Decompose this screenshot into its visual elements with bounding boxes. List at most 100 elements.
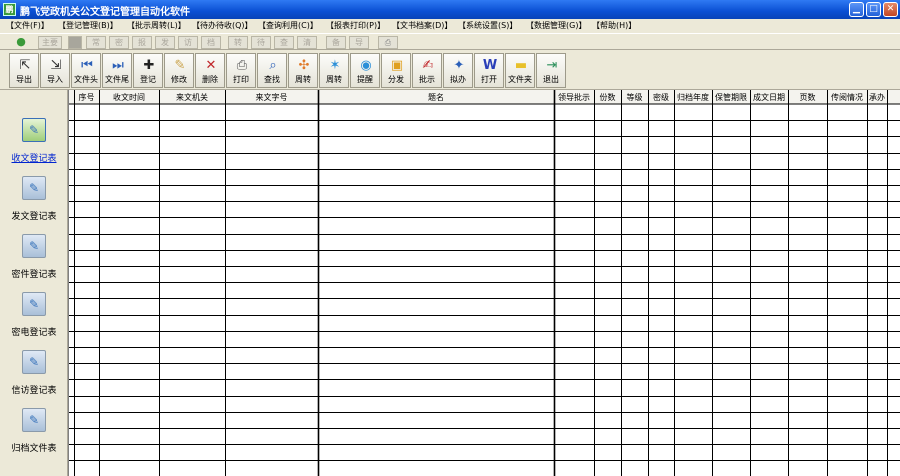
last-record-icon: ⏭ (112, 58, 124, 73)
toolbar-label: 导入 (47, 75, 63, 84)
exit-icon: ⇥ (546, 58, 558, 73)
search-icon: ⌕ (269, 58, 277, 73)
reminder-button[interactable]: ◉ 提醒 (350, 53, 380, 88)
distribute-button[interactable]: ▣ 分发 (381, 53, 411, 88)
delete-button[interactable]: ✕ 删除 (195, 53, 225, 88)
circulate-button[interactable]: ✣ 周转 (288, 53, 318, 88)
print-button[interactable]: ⎙ 打印 (226, 53, 256, 88)
sidebar-item-secret-register[interactable]: ✎ 密件登记表 (0, 234, 68, 292)
column-header-secrecy[interactable]: 密级 (648, 92, 674, 103)
column-header-level[interactable]: 等级 (621, 92, 648, 103)
quick-item[interactable]: 转 (228, 36, 248, 49)
toolbar-label: 查找 (264, 75, 280, 84)
menu-file[interactable]: 【文件(F)】 (6, 20, 49, 31)
toolbar-label: 文件夹 (508, 75, 532, 84)
open-button[interactable]: W 打开 (474, 53, 504, 88)
app-window: 鹏 鹏飞党政机关公文登记管理自动化软件 ▁ □ ✕ 【文件(F)】 【登记管理(… (0, 0, 900, 476)
quick-main[interactable]: 主要 (38, 36, 62, 49)
column-header-pages[interactable]: 页数 (788, 92, 827, 103)
toolbar-label: 文件头 (74, 75, 98, 84)
menu-register[interactable]: 【登记管理(B)】 (58, 20, 118, 31)
circulate-star-icon: ✶ (329, 58, 341, 73)
quick-item[interactable]: 密 (109, 36, 129, 49)
draft-button[interactable]: ✦ 拟办 (443, 53, 473, 88)
table-grid (69, 90, 900, 476)
menu-settings[interactable]: 【系统设置(S)】 (458, 20, 517, 31)
column-header-copies[interactable]: 份数 (594, 92, 621, 103)
column-header-received-time[interactable]: 收文时间 (99, 92, 159, 103)
quick-item[interactable]: 待 (251, 36, 271, 49)
quick-item[interactable]: 报 (132, 36, 152, 49)
import-button[interactable]: ⇲ 导入 (40, 53, 70, 88)
document-icon: ✎ (22, 408, 46, 432)
folder-button[interactable]: ▬ 文件夹 (505, 53, 535, 88)
edit-icon: ✎ (174, 58, 186, 73)
column-header-circulation[interactable]: 传阅情况 (827, 92, 867, 103)
search-button[interactable]: ⌕ 查找 (257, 53, 287, 88)
column-header-retention[interactable]: 保管期限 (712, 92, 750, 103)
register-button[interactable]: ✚ 登记 (133, 53, 163, 88)
sidebar-item-incoming-register[interactable]: ✎ 收文登记表 (0, 118, 68, 176)
column-header-written-date[interactable]: 成文日期 (750, 92, 788, 103)
draft-icon: ✦ (453, 58, 465, 73)
maximize-button[interactable]: □ (866, 2, 881, 17)
sidebar-item-secret-telegram[interactable]: ✎ 密电登记表 (0, 292, 68, 350)
close-button[interactable]: ✕ (883, 2, 898, 17)
title-bar[interactable]: 鹏 鹏飞党政机关公文登记管理自动化软件 ▁ □ ✕ (0, 0, 900, 19)
quick-item[interactable]: 导 (349, 36, 369, 49)
toolbar-label: 周转 (326, 75, 342, 84)
toolbar-label: 删除 (202, 75, 218, 84)
column-header-doc-number[interactable]: 来文字号 (225, 92, 318, 103)
sidebar-item-label: 信访登记表 (11, 386, 57, 396)
column-header-archive-year[interactable]: 归档年度 (674, 92, 712, 103)
circulate-star-button[interactable]: ✶ 周转 (319, 53, 349, 88)
main-toolbar: ⇱ 导出 ⇲ 导入 ⏮ 文件头 ⏭ 文件尾 ✚ 登记 ✎ 修改 ✕ 删除 ⎙ 打印 ⌕ 查找 ✣ 周… (0, 51, 900, 90)
column-header-sender[interactable]: 来文机关 (159, 92, 225, 103)
quick-item[interactable]: 备 (326, 36, 346, 49)
toolbar-label: 打开 (481, 75, 497, 84)
toolbar-label: 批示 (419, 75, 435, 84)
quick-item[interactable]: 清 (297, 36, 317, 49)
menu-pending[interactable]: 【待办待收(Q)】 (192, 20, 253, 31)
quick-item[interactable]: 档 (201, 36, 221, 49)
column-header-handler[interactable]: 承办 (867, 92, 887, 103)
document-icon: ✎ (22, 292, 46, 316)
menu-query[interactable]: 【查询利用(C)】 (258, 20, 318, 31)
first-record-button[interactable]: ⏮ 文件头 (71, 53, 101, 88)
toolbar-label: 提醒 (357, 75, 373, 84)
column-header-leader-instruction[interactable]: 领导批示 (554, 92, 594, 103)
sidebar-item-archive-files[interactable]: ✎ 归档文件表 (0, 408, 68, 466)
quick-square-icon[interactable] (68, 36, 82, 49)
quick-item[interactable]: 访 (178, 36, 198, 49)
toolbar-label: 修改 (171, 75, 187, 84)
records-table[interactable]: 序号 收文时间 来文机关 来文字号 题名 领导批示 份数 等级 密级 归档年度 … (68, 90, 900, 476)
quick-access-bar: ● 主要 常 密 报 发 访 档 转 待 查 清 备 导 ⎙ (0, 33, 900, 50)
delete-icon: ✕ (205, 58, 217, 73)
menu-report[interactable]: 【报表打印(P)】 (326, 20, 385, 31)
close-icon: ✕ (886, 4, 895, 14)
first-record-icon: ⏮ (81, 58, 93, 73)
menu-instruct[interactable]: 【批示周转(L)】 (127, 20, 186, 31)
last-record-button[interactable]: ⏭ 文件尾 (102, 53, 132, 88)
sidebar-item-petition-register[interactable]: ✎ 信访登记表 (0, 350, 68, 408)
minimize-button[interactable]: ▁ (849, 2, 864, 17)
sidebar-item-outgoing-register[interactable]: ✎ 发文登记表 (0, 176, 68, 234)
leaf-icon[interactable]: ● (14, 36, 28, 49)
quick-item[interactable]: 常 (86, 36, 106, 49)
folder-icon: ▬ (514, 58, 528, 73)
menu-help[interactable]: 【帮助(H)】 (592, 20, 636, 31)
export-button[interactable]: ⇱ 导出 (9, 53, 39, 88)
quick-item[interactable]: 发 (155, 36, 175, 49)
exit-button[interactable]: ⇥ 退出 (536, 53, 566, 88)
menu-data[interactable]: 【数据管理(G)】 (526, 20, 586, 31)
instruct-button[interactable]: ✍ 批示 (412, 53, 442, 88)
minimize-icon: ▁ (853, 4, 860, 14)
instruct-icon: ✍ (422, 58, 434, 73)
column-header-index[interactable]: 序号 (74, 92, 99, 103)
menu-archive[interactable]: 【文书档案(D)】 (392, 20, 452, 31)
quick-item[interactable]: 查 (274, 36, 294, 49)
column-header-title[interactable]: 题名 (318, 92, 554, 103)
quick-print-icon[interactable]: ⎙ (378, 36, 398, 49)
register-icon: ✚ (143, 58, 155, 73)
edit-button[interactable]: ✎ 修改 (164, 53, 194, 88)
